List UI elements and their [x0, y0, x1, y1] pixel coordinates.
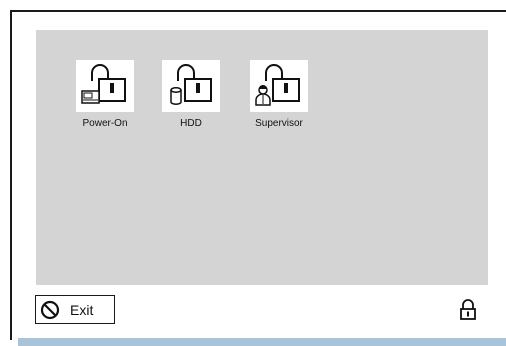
password-panel: Power-On HDD Supervisor — [36, 30, 488, 285]
hdd-label: HDD — [180, 118, 202, 129]
supervisor-label: Supervisor — [255, 118, 303, 129]
lock-button[interactable] — [453, 296, 482, 324]
power-on-unlocked-icon — [81, 64, 126, 104]
exit-label: Exit — [70, 301, 94, 318]
hdd-unlocked-icon — [170, 64, 212, 105]
power-on-tile[interactable] — [76, 60, 134, 112]
hdd-password-item[interactable]: HDD — [153, 60, 229, 129]
exit-button[interactable]: Exit — [35, 295, 115, 324]
supervisor-unlocked-icon — [255, 64, 300, 106]
bottom-status-bar — [18, 338, 506, 346]
hdd-tile[interactable] — [162, 60, 220, 112]
padlock-icon — [459, 299, 476, 320]
power-on-label: Power-On — [82, 118, 128, 129]
power-on-password-item[interactable]: Power-On — [67, 60, 143, 129]
supervisor-password-item[interactable]: Supervisor — [241, 60, 317, 129]
supervisor-tile[interactable] — [250, 60, 308, 112]
no-entry-icon — [40, 300, 60, 319]
